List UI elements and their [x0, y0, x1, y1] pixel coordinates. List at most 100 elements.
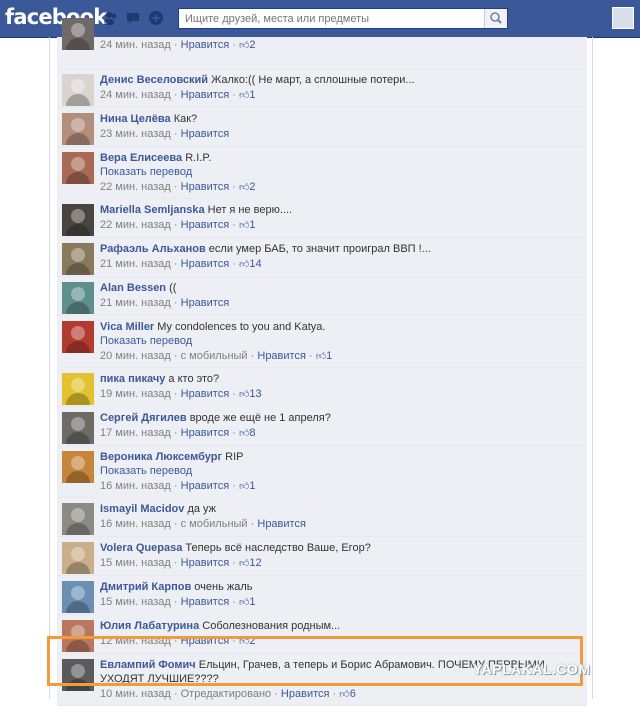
commenter-avatar[interactable] — [62, 620, 94, 652]
like-link[interactable]: Нравится — [181, 39, 230, 51]
show-translation-link[interactable]: Показать перевод — [100, 464, 583, 478]
commenter-name[interactable]: Вероника Люксембург — [100, 451, 222, 463]
search-input[interactable] — [179, 9, 491, 28]
comment-timestamp[interactable]: 24 мин. назад — [100, 39, 171, 51]
comment-timestamp[interactable]: 21 мин. назад — [100, 297, 171, 309]
commenter-name[interactable]: Vica Miller — [100, 321, 154, 333]
commenter-name[interactable]: Volera Quepasa — [100, 542, 182, 554]
comment-timestamp[interactable]: 22 мин. назад — [100, 181, 171, 193]
commenter-avatar[interactable] — [62, 373, 94, 405]
like-link[interactable]: Нравится — [181, 128, 230, 140]
like-count[interactable]: 1 — [249, 219, 255, 231]
comment-timestamp[interactable]: 24 мин. назад — [100, 89, 171, 101]
like-link[interactable]: Нравится — [181, 219, 230, 231]
commenter-name[interactable]: Евлампий Фомич — [100, 659, 196, 671]
like-link[interactable]: Нравится — [257, 518, 306, 530]
comment-timestamp[interactable]: 20 мин. назад — [100, 350, 171, 362]
comment-meta: 19 мин. назад · Нравится · 👍︎13 — [100, 388, 262, 400]
commenter-avatar[interactable] — [62, 659, 94, 691]
like-link[interactable]: Нравится — [257, 350, 306, 362]
commenter-name[interactable]: Alan Bessen — [100, 282, 166, 294]
like-link[interactable]: Нравится — [181, 388, 230, 400]
thumbs-up-icon: 👍︎ — [238, 428, 250, 439]
commenter-avatar[interactable] — [62, 321, 94, 353]
like-link[interactable]: Нравится — [281, 688, 330, 700]
user-avatar[interactable] — [612, 7, 634, 29]
like-link[interactable]: Нравится — [181, 557, 230, 569]
comment-meta: 23 мин. назад · Нравится — [100, 128, 230, 140]
commenter-name[interactable]: Рафаэль Альханов — [100, 243, 206, 255]
comment-meta: 17 мин. назад · Нравится · 👍︎8 — [100, 427, 256, 439]
commenter-name[interactable]: пика пикачу — [100, 373, 165, 385]
search-box — [178, 8, 508, 29]
like-count[interactable]: 2 — [249, 635, 255, 647]
commenter-name[interactable]: Вера Елисеева — [100, 152, 182, 164]
comment-timestamp[interactable]: 10 мин. назад — [100, 688, 171, 700]
like-link[interactable]: Нравится — [181, 258, 230, 270]
commenter-avatar[interactable] — [62, 412, 94, 444]
comment-timestamp[interactable]: 16 мин. назад — [100, 518, 171, 530]
like-count[interactable]: 8 — [249, 427, 255, 439]
like-link[interactable]: Нравится — [181, 181, 230, 193]
comment-timestamp[interactable]: 23 мин. назад — [100, 128, 171, 140]
comment-meta: 20 мин. назад · с мобильный · Нравится ·… — [100, 350, 333, 362]
commenter-avatar[interactable] — [62, 282, 94, 314]
commenter-avatar[interactable] — [62, 152, 94, 184]
comment-timestamp[interactable]: 21 мин. назад — [100, 258, 171, 270]
friend-requests-icon[interactable] — [103, 10, 119, 26]
commenter-avatar[interactable] — [62, 18, 94, 50]
comment-timestamp[interactable]: 19 мин. назад — [100, 388, 171, 400]
like-link[interactable]: Нравится — [181, 480, 230, 492]
comment-body: Сергей Дягилев вроде же ещё не 1 апреля? — [100, 411, 583, 425]
commenter-name[interactable]: Денис Веселовский — [100, 74, 208, 86]
like-count[interactable]: 6 — [350, 688, 356, 700]
commenter-name[interactable]: Юлия Лабатурина — [100, 620, 199, 632]
show-translation-link[interactable]: Показать перевод — [100, 165, 583, 179]
like-count[interactable]: 1 — [249, 89, 255, 101]
like-link[interactable]: Нравится — [181, 89, 230, 101]
comment-body: Ismayil Macidov да уж — [100, 502, 583, 516]
commenter-name[interactable]: Нина Целёва — [100, 113, 171, 125]
like-count[interactable]: 14 — [249, 258, 261, 270]
like-count[interactable]: 2 — [249, 181, 255, 193]
notifications-icon[interactable] — [148, 10, 164, 26]
like-count[interactable]: 1 — [249, 480, 255, 492]
commenter-avatar[interactable] — [62, 74, 94, 106]
like-link[interactable]: Нравится — [181, 297, 230, 309]
commenter-avatar[interactable] — [62, 113, 94, 145]
commenter-name[interactable]: Дмитрий Карпов — [100, 581, 191, 593]
commenter-avatar[interactable] — [62, 581, 94, 613]
thumbs-up-icon: 👍︎ — [238, 182, 250, 193]
comment-text: очень жаль — [194, 581, 253, 593]
like-count[interactable]: 1 — [249, 596, 255, 608]
commenter-name[interactable]: Ismayil Macidov — [100, 503, 184, 515]
comment-timestamp[interactable]: 15 мин. назад — [100, 557, 171, 569]
commenter-avatar[interactable] — [62, 204, 94, 236]
show-translation-link[interactable]: Показать перевод — [100, 334, 583, 348]
like-link[interactable]: Нравится — [181, 596, 230, 608]
comment-timestamp[interactable]: 12 мин. назад — [100, 635, 171, 647]
comment-body: Рафаэль Альханов если умер БАБ, то значи… — [100, 242, 583, 256]
commenter-avatar[interactable] — [62, 503, 94, 535]
commenter-name[interactable]: Mariella Semljanska — [100, 204, 205, 216]
comment-text: вроде же ещё не 1 апреля? — [189, 412, 331, 424]
commenter-name[interactable]: Сергей Дягилев — [100, 412, 187, 424]
like-count[interactable]: 13 — [249, 388, 261, 400]
messages-icon[interactable] — [125, 10, 141, 26]
comment-timestamp[interactable]: 16 мин. назад — [100, 480, 171, 492]
search-button[interactable] — [484, 9, 507, 28]
comment-timestamp[interactable]: 17 мин. назад — [100, 427, 171, 439]
comment-via: Отредактировано — [180, 688, 272, 700]
comment-timestamp[interactable]: 15 мин. назад — [100, 596, 171, 608]
like-count[interactable]: 12 — [249, 557, 261, 569]
like-link[interactable]: Нравится — [181, 635, 230, 647]
commenter-avatar[interactable] — [62, 542, 94, 574]
commenter-avatar[interactable] — [62, 243, 94, 275]
comment-item: Вера Елисеева R.I.P. Показать перевод 22 м… — [57, 147, 587, 199]
like-count[interactable]: 1 — [326, 350, 332, 362]
comment-timestamp[interactable]: 22 мин. назад — [100, 219, 171, 231]
commenter-avatar[interactable] — [62, 451, 94, 483]
like-link[interactable]: Нравится — [181, 427, 230, 439]
like-count[interactable]: 2 — [249, 39, 255, 51]
comment-meta: 22 мин. назад · Нравится · 👍︎1 — [100, 219, 256, 231]
